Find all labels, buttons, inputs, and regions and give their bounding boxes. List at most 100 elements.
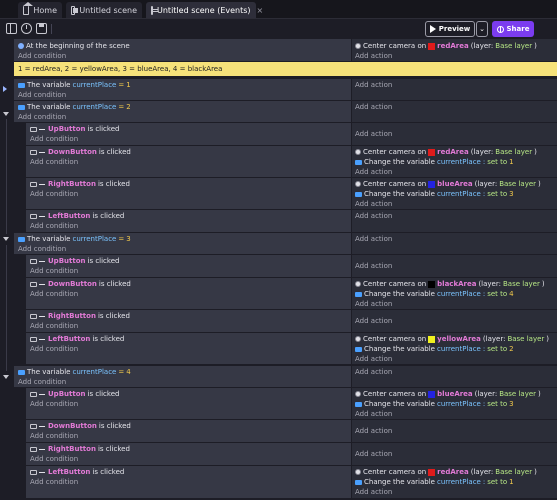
event-row[interactable]: The variable currentPlace = 3 Add condition… <box>14 233 557 254</box>
collapse-caret-icon[interactable] <box>3 375 9 379</box>
actions-cell[interactable]: Center camera on redArea (layer: Base laye… <box>352 146 557 177</box>
add-action-link[interactable]: Add action <box>355 261 554 271</box>
add-action-link[interactable]: Add action <box>355 167 554 177</box>
conditions-cell[interactable]: RightButton is clicked Add condition <box>26 178 352 209</box>
add-action-link[interactable]: Add action <box>355 354 554 364</box>
add-condition-link[interactable]: Add condition <box>30 289 347 299</box>
save-icon[interactable] <box>36 23 47 34</box>
actions-cell[interactable]: Center camera on redArea (layer: Base laye… <box>352 466 557 498</box>
conditions-cell[interactable]: UpButton is clicked Add condition <box>26 388 352 419</box>
preview-button[interactable]: Preview <box>425 21 475 37</box>
add-action-link[interactable]: Add action <box>355 80 554 90</box>
add-condition-link[interactable]: Add condition <box>18 112 347 122</box>
add-action-link[interactable]: Add action <box>355 211 554 221</box>
sub-event-row[interactable]: DownButton is clicked Add condition Cente… <box>26 146 557 177</box>
conditions-cell[interactable]: DownButton is clicked Add condition <box>26 146 352 177</box>
add-action-link[interactable]: Add action <box>355 449 554 459</box>
tab-home[interactable]: Home <box>18 1 62 18</box>
add-condition-link[interactable]: Add condition <box>30 266 347 276</box>
add-condition-link[interactable]: Add condition <box>30 189 347 199</box>
comment-row[interactable]: 1 = redArea, 2 = yellowArea, 3 = blueAre… <box>14 62 557 76</box>
sidebar-toggle-icon[interactable] <box>6 23 17 34</box>
add-condition-link[interactable]: Add condition <box>30 431 347 441</box>
preview-options-button[interactable]: ⌄ <box>476 21 488 37</box>
actions-cell[interactable]: Center camera on blueArea (layer: Base lay… <box>352 388 557 419</box>
add-condition-link[interactable]: Add condition <box>18 244 347 254</box>
add-condition-link[interactable]: Add condition <box>18 90 347 100</box>
conditions-cell[interactable]: At the beginning of the scene Add condit… <box>14 39 352 61</box>
add-action-link[interactable]: Add action <box>355 367 554 377</box>
add-condition-link[interactable]: Add condition <box>30 157 347 167</box>
conditions-cell[interactable]: LeftButton is clicked Add condition <box>26 333 352 364</box>
sub-event-row[interactable]: UpButton is clicked Add condition Add act… <box>26 255 557 277</box>
actions-cell[interactable]: Center camera on blueArea (layer: Base lay… <box>352 178 557 209</box>
add-action-link[interactable]: Add action <box>355 234 554 244</box>
sub-event-row[interactable]: LeftButton is clicked Add condition Cente… <box>26 333 557 364</box>
share-button[interactable]: Share <box>492 21 534 37</box>
add-action-link[interactable]: Add action <box>355 129 554 139</box>
conditions-cell[interactable]: DownButton is clicked Add condition <box>26 420 352 442</box>
add-action-link[interactable]: Add action <box>355 487 554 497</box>
add-action-link[interactable]: Add action <box>355 299 554 309</box>
conditions-cell[interactable]: LeftButton is clicked Add condition <box>26 210 352 232</box>
sub-event-row[interactable]: RightButton is clicked Add condition Add … <box>26 443 557 465</box>
sub-event-row[interactable]: UpButton is clicked Add condition Center … <box>26 388 557 419</box>
event-row[interactable]: The variable currentPlace = 4 Add condition… <box>14 366 557 387</box>
actions-cell[interactable]: Add action <box>352 79 557 100</box>
sub-event-row-selected[interactable]: LeftButton is clicked Add condition Cente… <box>26 466 557 498</box>
close-icon[interactable]: × <box>257 6 264 15</box>
conditions-cell[interactable]: RightButton is clicked Add condition <box>26 310 352 332</box>
conditions-cell[interactable]: The variable currentPlace = 3 Add condition <box>14 233 352 254</box>
add-action-link[interactable]: Add action <box>355 316 554 326</box>
conditions-cell[interactable]: The variable currentPlace = 4 Add condition <box>14 366 352 387</box>
add-condition-link[interactable]: Add condition <box>30 321 347 331</box>
actions-cell[interactable]: Add action <box>352 255 557 277</box>
actions-cell[interactable]: Add action <box>352 101 557 122</box>
add-condition-link[interactable]: Add condition <box>30 399 347 409</box>
sub-event-row[interactable]: LeftButton is clicked Add condition Add a… <box>26 210 557 232</box>
conditions-cell[interactable]: UpButton is clicked Add condition <box>26 123 352 145</box>
actions-cell[interactable]: Center camera on redArea (layer: Base laye… <box>352 39 557 61</box>
sub-event-row[interactable]: DownButton is clicked Add condition Add a… <box>26 420 557 442</box>
add-condition-link[interactable]: Add condition <box>18 377 347 387</box>
actions-cell[interactable]: Add action <box>352 310 557 332</box>
sub-event-row[interactable]: DownButton is clicked Add condition Cente… <box>26 278 557 309</box>
collapse-caret-icon[interactable] <box>3 112 9 116</box>
sub-event-row[interactable]: RightButton is clicked Add condition Cent… <box>26 178 557 209</box>
history-icon[interactable] <box>21 23 32 34</box>
conditions-cell[interactable]: DownButton is clicked Add condition <box>26 278 352 309</box>
action-text: Center camera on <box>363 280 427 288</box>
conditions-cell[interactable]: UpButton is clicked Add condition <box>26 255 352 277</box>
actions-cell[interactable]: Center camera on blackArea (layer: Base la… <box>352 278 557 309</box>
actions-cell[interactable]: Center camera on yellowArea (layer: Base l… <box>352 333 557 364</box>
add-condition-link[interactable]: Add condition <box>18 51 347 61</box>
sub-event-row[interactable]: RightButton is clicked Add condition Add … <box>26 310 557 332</box>
actions-cell[interactable]: Add action <box>352 420 557 442</box>
add-condition-link[interactable]: Add condition <box>30 477 347 487</box>
add-condition-link[interactable]: Add condition <box>30 344 347 354</box>
add-action-link[interactable]: Add action <box>355 426 554 436</box>
actions-cell[interactable]: Add action <box>352 210 557 232</box>
actions-cell[interactable]: Add action <box>352 443 557 465</box>
add-action-link[interactable]: Add action <box>355 409 554 419</box>
sub-event-row[interactable]: UpButton is clicked Add condition Add act… <box>26 123 557 145</box>
conditions-cell[interactable]: The variable currentPlace = 1 Add condition <box>14 79 352 100</box>
add-action-link[interactable]: Add action <box>355 51 554 61</box>
event-row[interactable]: The variable currentPlace = 2 Add condition… <box>14 101 557 122</box>
add-action-link[interactable]: Add action <box>355 199 554 209</box>
conditions-cell[interactable]: LeftButton is clicked Add condition <box>26 466 352 498</box>
add-action-link[interactable]: Add action <box>355 102 554 112</box>
add-condition-link[interactable]: Add condition <box>30 454 347 464</box>
add-condition-link[interactable]: Add condition <box>30 134 347 144</box>
conditions-cell[interactable]: The variable currentPlace = 2 Add condition <box>14 101 352 122</box>
tab-scene[interactable]: Untitled scene <box>66 2 142 18</box>
actions-cell[interactable]: Add action <box>352 233 557 254</box>
tab-scene-events[interactable]: Untitled scene (Events) × <box>146 2 263 18</box>
actions-cell[interactable]: Add action <box>352 366 557 387</box>
event-row[interactable]: At the beginning of the scene Add condit… <box>14 39 557 61</box>
actions-cell[interactable]: Add action <box>352 123 557 145</box>
event-row[interactable]: The variable currentPlace = 1 Add condition… <box>14 79 557 100</box>
conditions-cell[interactable]: RightButton is clicked Add condition <box>26 443 352 465</box>
collapse-caret-icon[interactable] <box>3 237 9 241</box>
add-condition-link[interactable]: Add condition <box>30 221 347 231</box>
